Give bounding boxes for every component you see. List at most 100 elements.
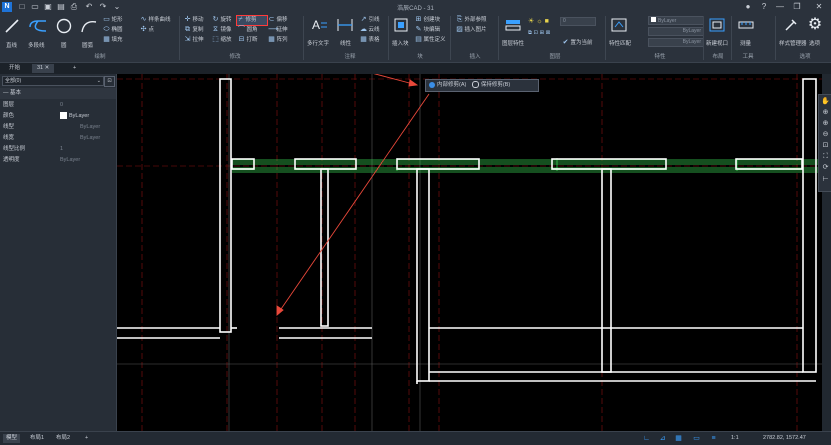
linetype-dropdown[interactable]: ByLayer [648,27,704,36]
polar-icon[interactable]: ⊿ [658,434,667,443]
prop-row-linetype[interactable]: 线型 ByLayer [0,122,116,133]
scale-value[interactable]: 1:1 [728,434,742,443]
drawing-canvas[interactable]: 内部修剪(A) 保持修剪(B) [117,74,822,431]
tab-start[interactable]: 开始 [4,64,25,73]
zoom-icon[interactable]: ⊕ [821,108,830,117]
grid-icon[interactable]: ▦ [674,434,683,443]
layer-dropdown[interactable]: 0 [560,17,596,26]
style-manager-label: 样式管理器 [779,41,807,47]
insert-block-label: 插入块 [392,41,409,47]
prop-row-color[interactable]: 颜色 ByLayer [0,111,116,122]
new-viewport-icon[interactable] [708,17,726,33]
close-tab-icon[interactable]: ✕ [45,65,50,71]
array-tool[interactable]: ▦ 阵列 [268,36,287,45]
zoom-in-icon[interactable]: ⊕ [821,119,830,128]
image-icon: ▨ [456,26,463,33]
attdef-tool[interactable]: ▤ 属性定义 [415,36,445,45]
hatch-tool[interactable]: ▦ 填充 [103,36,122,45]
copy-tool[interactable]: ⧉ 复制 [184,26,204,35]
prop-row-transparency[interactable]: 透明度 ByLayer [0,155,116,166]
fillet-tool[interactable]: ⌒ 圆角 [238,26,258,35]
polyline-tool-icon[interactable] [28,19,48,33]
point-tool[interactable]: ✣ 点 [140,26,154,35]
pan-icon[interactable]: ✋ [821,97,830,106]
match-props-icon[interactable] [610,17,628,33]
layer-state-icons[interactable]: ☀ ☼ ■ [528,17,549,25]
polyline-tool-label: 多段线 [28,43,45,49]
rect-tool[interactable]: ▭ 矩形 [103,16,122,25]
user-icon[interactable]: ● [741,1,755,13]
section-header[interactable]: — 基本 [0,88,116,99]
style-manager-icon[interactable] [783,17,799,33]
lineweight-dropdown[interactable]: ByLayer [648,38,704,47]
create-block-tool[interactable]: ⊞ 创建块 [415,16,440,25]
zoom-out-icon[interactable]: ⊖ [821,130,830,139]
rotate-tool[interactable]: ↻ 旋转 [212,16,232,25]
add-layout-icon[interactable]: + [82,434,91,443]
measure-icon[interactable] [737,17,755,33]
mirror-tool[interactable]: ⧖ 镜像 [212,26,232,35]
tab-drawing-label: 31 [37,65,44,71]
minimize-icon[interactable]: — [773,1,787,13]
new-tab-icon[interactable]: + [68,64,81,73]
table-tool[interactable]: ▦ 表格 [360,36,379,45]
tab-layout1[interactable]: 布局1 [27,434,47,443]
set-current-layer-tool[interactable]: ✔ 置为当前 [562,39,593,48]
insert-block-icon[interactable] [393,17,409,33]
annotation-arrows [276,74,430,316]
trim-tool[interactable]: ⌿ 修剪 [236,15,268,26]
zoom-extents-icon[interactable]: ⛶ [821,152,830,161]
insert-image-tool[interactable]: ▨ 插入图片 [456,26,486,35]
move-tool[interactable]: ✛ 移动 [184,16,204,25]
arc-tool-icon[interactable] [80,18,98,34]
mirror-label: 镜像 [220,27,232,33]
line-tool-label: 直线 [6,43,18,49]
restore-icon[interactable]: ❐ [790,1,804,13]
ortho-icon[interactable]: ∟ [642,434,651,443]
tab-layout2[interactable]: 布局2 [53,434,73,443]
selection-dropdown[interactable]: 全部(0) ⌄ [2,76,104,86]
help-icon[interactable]: ? [757,1,771,13]
close-icon[interactable]: ✕ [812,1,826,13]
stretch-tool[interactable]: ⇲ 拉伸 [184,36,204,45]
cloud-tool[interactable]: ☁ 云线 [360,26,380,35]
xref-label: 外部参照 [464,17,487,23]
move-label: 移动 [192,17,204,23]
layer-tools-row[interactable]: ⧉ ⊡ ⊞ ⊠ [528,29,550,38]
settings-gear-icon[interactable]: ⚙ [806,16,824,34]
prop-row-lineweight[interactable]: 线宽 ByLayer [0,133,116,144]
prop-key: 图层 [3,102,15,108]
tab-model[interactable]: 模型 [3,434,21,443]
create-block-icon: ⊞ [415,16,422,23]
circle-tool-icon[interactable] [56,18,72,34]
dimension-icon[interactable] [336,17,354,33]
create-block-label: 创建块 [423,17,441,23]
color-dropdown[interactable]: ByLayer [648,16,704,25]
offset-tool[interactable]: ⊂ 偏移 [268,16,288,25]
spline-tool[interactable]: ∿ 样条曲线 [140,16,171,25]
ribbon: 直线 多段线 圆 圆弧 ▭ 矩形 ⬭ 椭圆 ▦ 填充 ∿ 样条曲线 ✣ 点 绘制… [0,14,831,63]
line-tool-icon[interactable] [4,18,20,34]
break-tool[interactable]: ⊟ 打断 [238,36,258,45]
prop-row-ltscale[interactable]: 线型比例 1 [0,144,116,155]
snap-icon[interactable]: ▭ [692,434,701,443]
lineweight-icon[interactable]: ≡ [709,434,718,443]
svg-text:A: A [312,18,320,32]
ellipse-tool[interactable]: ⬭ 椭圆 [103,26,123,35]
mtext-icon[interactable]: A [311,17,327,33]
quick-select-icon[interactable]: ⊡ [104,76,115,87]
edit-block-tool[interactable]: ✎ 块编辑 [415,26,440,35]
extend-tool[interactable]: ⟶ 延伸 [268,26,288,35]
prop-row-layer[interactable]: 图层 0 [0,100,116,111]
ucs-icon[interactable]: ⊢ [821,175,830,184]
zoom-window-icon[interactable]: ⊡ [821,141,830,150]
orbit-icon[interactable]: ⟳ [821,163,830,172]
layer-props-icon[interactable] [504,17,522,33]
tab-drawing-31[interactable]: 31 ✕ [32,64,55,73]
prop-key: 线宽 [3,135,15,141]
scale-tool[interactable]: ⬚ 缩放 [212,36,231,45]
radio-keep-trim[interactable]: 保持修剪(B) [471,80,510,91]
xref-tool[interactable]: ⎘ 外部参照 [456,16,487,25]
radio-inner-trim[interactable]: 内部修剪(A) [429,80,466,91]
leader-tool[interactable]: ↗ 引线 [360,16,380,25]
